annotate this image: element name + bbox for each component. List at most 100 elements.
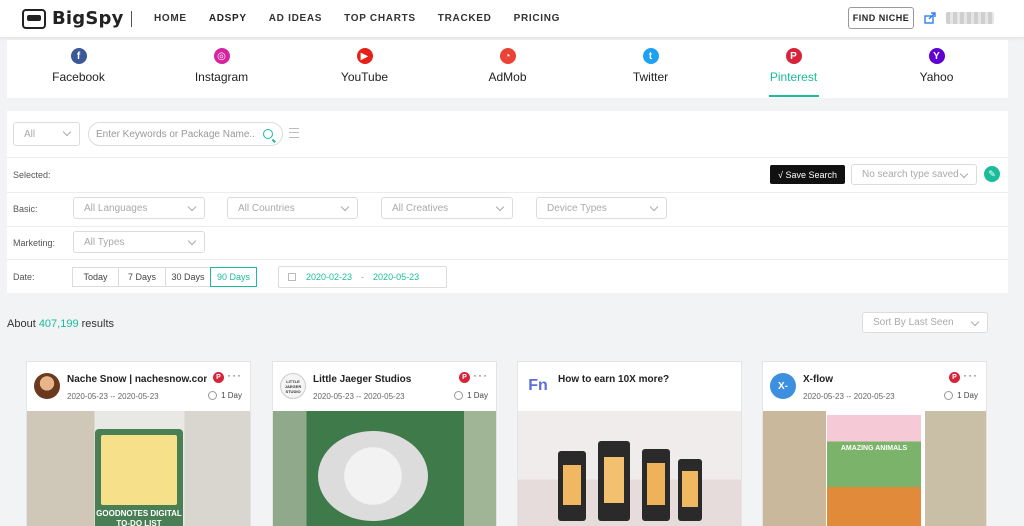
card-duration: 1 Day (454, 391, 488, 400)
results-suffix: results (81, 318, 115, 330)
selected-label: Selected: (13, 170, 51, 180)
facebook-icon: f (70, 48, 87, 64)
type-select-value: All (24, 128, 36, 140)
country-select[interactable]: All Countries (227, 197, 358, 219)
tab-facebook[interactable]: f Facebook (7, 40, 150, 98)
device-select-value: Device Types (547, 202, 607, 214)
user-account-menu[interactable] (946, 12, 994, 24)
divider (7, 157, 1008, 158)
share-icon[interactable] (924, 12, 936, 24)
language-select-value: All Languages (84, 202, 148, 214)
pinterest-icon: P (459, 372, 470, 383)
date-tab-30-days[interactable]: 30 Days (165, 267, 211, 287)
saved-search-select[interactable]: No search type saved (851, 164, 977, 185)
avatar[interactable]: Fn (525, 373, 551, 399)
search-box[interactable] (88, 122, 283, 146)
sort-select-value: Sort By Last Seen (873, 317, 954, 328)
admob-icon: ◔ (499, 48, 516, 64)
divider (7, 192, 1008, 193)
avatar[interactable]: LITTLE JAEGER STUDIO (280, 373, 306, 399)
more-icon[interactable]: ··· (473, 368, 488, 382)
country-select-value: All Countries (238, 202, 295, 214)
card-title[interactable]: X-flow (803, 374, 833, 385)
date-separator: - (361, 272, 365, 282)
lantern-shape (642, 449, 670, 521)
lantern-glow (647, 463, 665, 505)
nav-divider (131, 11, 132, 27)
duration-value: 1 Day (467, 391, 488, 400)
nav-adspy[interactable]: ADSPY (209, 13, 247, 24)
date-tab-90-days[interactable]: 90 Days (210, 267, 257, 287)
nav-pricing[interactable]: PRICING (514, 13, 561, 24)
list-icon[interactable] (289, 128, 299, 138)
tab-label: YouTube (340, 70, 389, 84)
bigspy-logo-icon (22, 8, 46, 29)
tab-twitter[interactable]: t Twitter (579, 40, 722, 98)
yahoo-icon: Y (928, 48, 945, 64)
logo-text: BigSpy (52, 8, 124, 29)
book-cover-shape: AMAZING ANIMALS (827, 415, 921, 526)
cord-spool-shape (318, 431, 428, 521)
divider (7, 259, 1008, 260)
date-range-picker[interactable]: 2020-02-23 - 2020-05-23 (278, 266, 447, 288)
tab-label: Facebook (52, 70, 105, 84)
search-input[interactable] (96, 128, 256, 140)
ad-creative-image[interactable]: GOODNOTES DIGITAL TO-DO LIST (27, 411, 250, 526)
more-icon[interactable]: ··· (963, 368, 978, 382)
marketing-select[interactable]: All Types (73, 231, 205, 253)
type-select[interactable]: All (13, 122, 80, 146)
tab-yahoo[interactable]: Y Yahoo (865, 40, 1008, 98)
tab-youtube[interactable]: ▶ YouTube (293, 40, 436, 98)
date-tab-today[interactable]: Today (72, 267, 119, 287)
nav-tracked[interactable]: TRACKED (438, 13, 492, 24)
tab-admob[interactable]: ◔ AdMob (436, 40, 579, 98)
date-label: Date: (13, 272, 35, 282)
edit-icon[interactable]: ✎ (984, 166, 1000, 182)
device-select[interactable]: Device Types (536, 197, 667, 219)
ad-card[interactable]: LITTLE JAEGER STUDIO Little Jaeger Studi… (272, 361, 497, 526)
ad-card[interactable]: X- X-flow 2020-05-23 -- 2020-05-23 P ···… (762, 361, 987, 526)
ad-creative-image[interactable] (518, 411, 741, 526)
filter-panel: All Selected: √ Save Search No search ty… (7, 111, 1008, 293)
date-tabs: Today 7 Days 30 Days 90 Days (72, 267, 257, 287)
tab-pinterest[interactable]: P Pinterest (722, 40, 865, 98)
saved-search-value: No search type saved (862, 169, 959, 180)
sort-select[interactable]: Sort By Last Seen (862, 312, 988, 333)
tablet-screen (101, 435, 177, 505)
tab-label: Yahoo (919, 70, 954, 84)
results-count: About 407,199 results (7, 318, 114, 330)
search-icon[interactable] (263, 129, 273, 139)
chevron-down-icon (340, 202, 350, 212)
card-title[interactable]: How to earn 10X more? (558, 374, 669, 385)
instagram-icon: ◎ (213, 48, 230, 64)
chevron-down-icon (62, 127, 72, 137)
avatar[interactable]: X- (770, 373, 796, 399)
ad-card[interactable]: Fn How to earn 10X more? (517, 361, 742, 526)
basic-label: Basic: (13, 204, 38, 214)
creative-select[interactable]: All Creatives (381, 197, 513, 219)
main-nav: HOME ADSPY AD IDEAS TOP CHARTS TRACKED P… (154, 13, 582, 24)
tab-label: Pinterest (769, 70, 818, 84)
ad-creative-image[interactable]: AMAZING ANIMALS (763, 411, 986, 526)
find-niche-button[interactable]: FIND NICHE (848, 7, 914, 29)
duration-value: 1 Day (957, 391, 978, 400)
nav-top-charts[interactable]: TOP CHARTS (344, 13, 416, 24)
logo[interactable]: BigSpy (22, 8, 124, 29)
card-title[interactable]: Nache Snow | nachesnow.com (67, 374, 207, 385)
card-dates: 2020-05-23 -- 2020-05-23 (67, 392, 159, 401)
date-from: 2020-02-23 (306, 272, 353, 282)
ad-creative-image[interactable] (273, 411, 496, 526)
date-tab-7-days[interactable]: 7 Days (118, 267, 166, 287)
creative-select-value: All Creatives (392, 202, 449, 214)
language-select[interactable]: All Languages (73, 197, 205, 219)
tab-instagram[interactable]: ◎ Instagram (150, 40, 293, 98)
pinterest-icon: P (213, 372, 224, 383)
avatar[interactable] (34, 373, 60, 399)
nav-ad-ideas[interactable]: AD IDEAS (269, 13, 322, 24)
more-icon[interactable]: ··· (227, 368, 242, 382)
card-title[interactable]: Little Jaeger Studios (313, 374, 411, 385)
ad-card[interactable]: Nache Snow | nachesnow.com 2020-05-23 --… (26, 361, 251, 526)
nav-home[interactable]: HOME (154, 13, 187, 24)
save-search-button[interactable]: √ Save Search (770, 165, 845, 184)
top-nav-bar: BigSpy HOME ADSPY AD IDEAS TOP CHARTS TR… (0, 0, 1024, 38)
